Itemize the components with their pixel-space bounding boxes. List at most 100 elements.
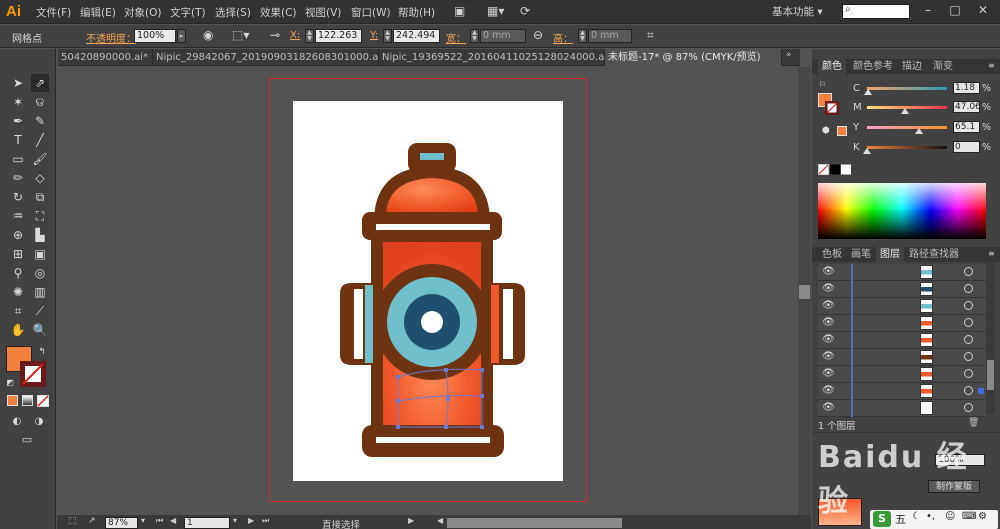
zoom-dropdown-icon[interactable]: ▾ [141,516,145,525]
pencil-tool-icon[interactable]: ✏ [9,169,27,187]
pen-tool-icon[interactable]: ✒ [9,112,27,130]
layer-target-icon[interactable] [964,267,973,276]
warp-tool-icon[interactable]: ♒ [9,207,27,225]
y-field[interactable]: 242.494 [393,29,440,43]
transform-icon[interactable]: ⌗ [647,28,654,43]
rotate-view-icon[interactable]: ⬚ [68,516,77,526]
tabs-overflow-icon[interactable]: » [786,50,792,60]
line-tool-icon[interactable]: ╱ [31,131,49,149]
symbol-sprayer-tool-icon[interactable]: ✺ [9,283,27,301]
yellow-value-field[interactable]: 65.1 [953,121,980,133]
align-icon[interactable]: ⬚▾ [232,28,249,42]
height-spinner[interactable]: ▲ ▼ [578,29,587,43]
layer-row[interactable]: 👁 [818,315,986,332]
width-spinner[interactable]: ▲ ▼ [470,29,479,43]
prev-page-icon[interactable]: ◀ [170,516,176,525]
tab-pathfinder[interactable]: 路径查找器 [905,247,963,262]
height-field[interactable]: 0 mm [588,29,632,43]
page-dropdown-icon[interactable]: ▾ [233,516,237,525]
visibility-eye-icon[interactable]: 👁 [822,317,835,328]
ime-logo-icon[interactable]: S [873,511,891,527]
default-fill-stroke-icon[interactable]: ◩ [4,374,16,392]
opacity-label[interactable]: 不透明度： [86,30,136,45]
menu-view[interactable]: 视图(V) [305,5,341,20]
status-menu-icon[interactable]: ▶ [408,516,414,525]
x-spinner[interactable]: ▲ ▼ [305,29,314,43]
yellow-slider-thumb[interactable] [915,128,923,134]
color-mode-icon[interactable] [7,395,18,406]
menu-effect[interactable]: 效果(C) [260,5,297,20]
black-slider-thumb[interactable] [863,148,871,154]
magenta-slider-thumb[interactable] [900,108,909,114]
workspace-switcher[interactable]: 基本功能 ▾ [772,4,823,19]
tab-gradient[interactable]: 渐变 [929,59,957,74]
maximize-icon[interactable]: □ [945,3,965,20]
ime-mode-icon[interactable]: 五 [895,511,906,527]
anchor-convert-icon[interactable]: ⊸ [270,28,280,42]
tab-document-3[interactable]: Nipic_19369522_20160411025128024000.ai* … [379,49,605,66]
visibility-eye-icon[interactable]: 👁 [822,334,835,345]
close-icon[interactable]: ✕ [973,3,993,20]
mesh-tool-icon[interactable]: ⊞ [9,245,27,263]
ime-punct-icon[interactable]: •, [926,511,935,522]
y-spinner[interactable]: ▲ ▼ [383,29,392,43]
tab-document-active[interactable]: 未标题-17* @ 87% (CMYK/预览) [605,49,782,66]
layers-scrollbar[interactable] [986,262,995,414]
layer-target-icon[interactable] [964,284,973,293]
delete-layer-icon[interactable]: 🗑 [968,418,979,428]
last-page-icon[interactable]: ⏭ [262,516,269,526]
magenta-value-field[interactable]: 47.06 [953,101,981,113]
layer-row[interactable]: 👁 [818,332,986,349]
ime-moon-icon[interactable]: ☾ [912,511,921,522]
menu-help[interactable]: 帮助(H) [398,5,435,20]
eraser-tool-icon[interactable]: ◇ [31,169,49,187]
slice-tool-icon[interactable]: ⟋ [31,302,49,320]
x-field[interactable]: 122.263 [315,29,362,43]
draw-mode-icon[interactable]: ◐ [8,413,26,431]
visibility-eye-icon[interactable]: 👁 [822,368,835,379]
tab-document-1[interactable]: 50420890000.ai* × [58,49,153,66]
cyan-slider-thumb[interactable] [863,89,872,95]
magic-wand-tool-icon[interactable]: ✶ [9,93,27,111]
tab-color-guide[interactable]: 颜色参考 [849,59,897,74]
layer-row[interactable]: 👁 [818,400,986,417]
zoom-tool-icon[interactable]: 🔍 [31,321,49,339]
menu-edit[interactable]: 编辑(E) [80,5,116,20]
layer-target-icon[interactable] [964,318,973,327]
layer-row[interactable]: 👁 [818,349,986,366]
paintbrush-tool-icon[interactable]: 🖌 [31,150,49,168]
tab-stroke[interactable]: 描边 [898,59,926,74]
black-slider-track[interactable] [867,146,947,149]
graph-tool-icon[interactable]: ▥ [31,283,49,301]
gamut-swatch[interactable] [837,126,847,136]
scale-tool-icon[interactable]: ⧉ [31,188,49,206]
layer-target-icon[interactable] [964,386,973,395]
layer-row[interactable]: 👁 [818,281,986,298]
tab-swatches[interactable]: 色板 [818,247,846,262]
quick-colors[interactable] [818,164,852,176]
layer-row[interactable]: 👁 [818,264,986,281]
canvas-vertical-scroll-thumb[interactable] [799,285,810,299]
hand-tool-icon[interactable]: ✋ [9,321,27,339]
fire-hydrant-illustration[interactable] [293,101,563,481]
canvas-horizontal-scroll-thumb[interactable] [447,518,622,528]
ime-keyboard-icon[interactable]: ⌨ [962,511,976,522]
recolor-icon[interactable]: ◉ [203,28,213,42]
perspective-grid-tool-icon[interactable]: ▙ [31,226,49,244]
cyan-value-field[interactable]: 1.18 [953,82,980,94]
link-icon[interactable]: ⊖ [533,28,543,42]
layer-row[interactable]: 👁 [818,383,986,400]
visibility-eye-icon[interactable]: 👁 [822,266,835,277]
ime-settings-icon[interactable]: ⚙ [978,511,987,522]
sync-icon[interactable]: ⟳ [520,4,530,19]
tab-brushes[interactable]: 画笔 [847,247,875,262]
yellow-slider-track[interactable] [867,126,947,129]
layer-target-icon[interactable] [964,335,973,344]
gradient-tool-icon[interactable]: ▣ [31,245,49,263]
layer-target-icon[interactable] [964,352,973,361]
visibility-eye-icon[interactable]: 👁 [822,385,835,396]
curvature-tool-icon[interactable]: ✎ [31,112,49,130]
gradient-mode-icon[interactable] [22,395,33,406]
draw-inside-icon[interactable]: ◑ [30,413,48,431]
width-field[interactable]: 0 mm [480,29,526,43]
